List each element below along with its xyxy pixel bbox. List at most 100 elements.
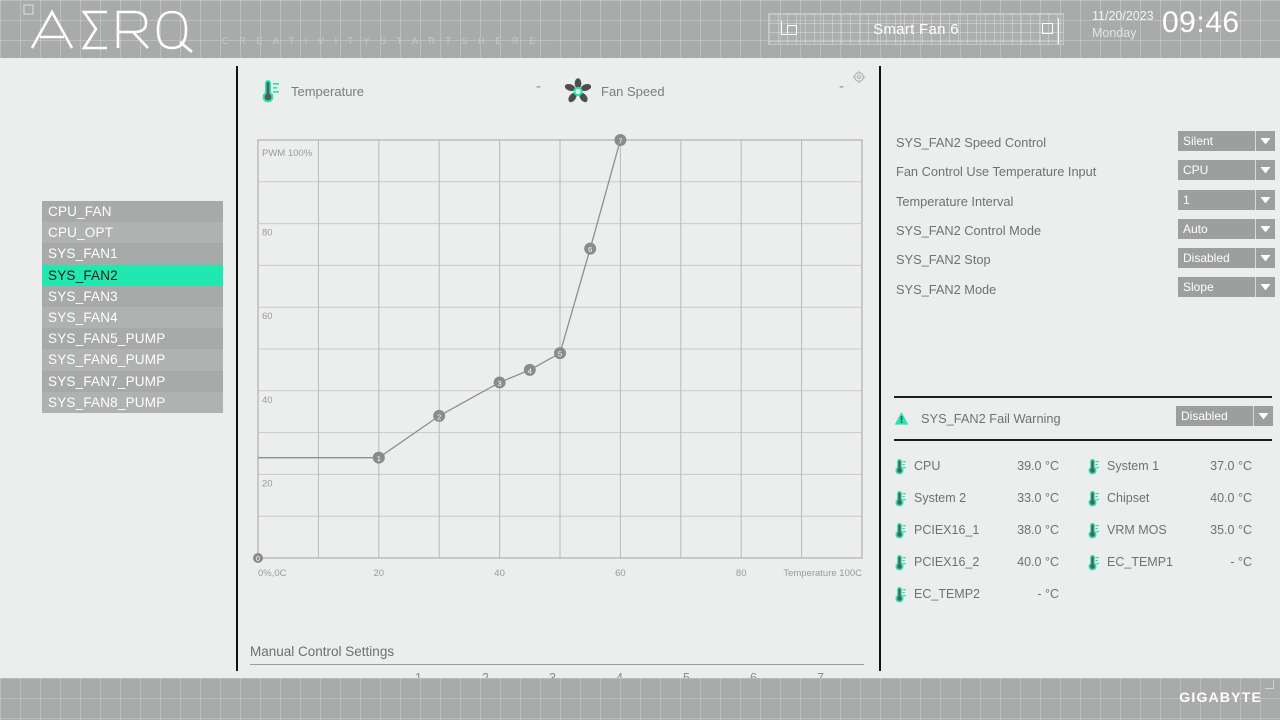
chart-xtick-label: 40 — [494, 568, 505, 579]
setting-label: SYS_FAN2 Speed Control — [896, 135, 1047, 151]
temperature-row: EC_TEMP2 - °C — [894, 578, 1280, 610]
fan-list-item[interactable]: SYS_FAN8_PUMP — [42, 391, 223, 413]
setting-row: Temperature Interval 1 — [880, 187, 1280, 216]
temperature-name: Chipset — [1107, 491, 1150, 505]
chart-xtick-label: 60 — [615, 568, 626, 579]
temperature-value: 39.0 °C — [1017, 459, 1059, 473]
settings-divider-bottom — [894, 439, 1272, 441]
fan-speed-status-value: - — [839, 78, 844, 95]
manual-control-title: Manual Control Settings — [250, 644, 395, 659]
temperature-value: 37.0 °C — [1210, 459, 1252, 473]
chevron-down-icon[interactable] — [1256, 248, 1275, 269]
temperature-item: CPU 39.0 °C — [894, 458, 1087, 475]
aero-tagline: C R E A T I V I T Y S T A R T S H E R E … — [222, 36, 553, 46]
chevron-down-icon[interactable] — [1256, 277, 1275, 298]
clock-date-block: 11/20/2023 Monday — [1092, 8, 1154, 42]
temperature-item: System 2 33.0 °C — [894, 490, 1087, 507]
chevron-down-icon[interactable] — [1254, 406, 1273, 426]
setting-value: Disabled — [1183, 251, 1230, 266]
temperature-name: EC_TEMP1 — [1107, 555, 1173, 569]
fan-list-item-label: SYS_FAN1 — [48, 246, 118, 262]
temperature-value: 35.0 °C — [1210, 523, 1252, 537]
setting-dropdown[interactable]: Silent — [1178, 131, 1275, 151]
thermometer-icon — [895, 458, 906, 474]
chart-origin-point-label: 0 — [256, 556, 260, 563]
fail-warning-label: SYS_FAN2 Fail Warning — [921, 410, 1061, 426]
setting-label: Temperature Interval — [896, 193, 1014, 209]
setting-dropdown[interactable]: Slope — [1178, 277, 1275, 298]
fan-list-item[interactable]: SYS_FAN7_PUMP — [42, 370, 223, 392]
fan-list-item-label: CPU_OPT — [48, 225, 114, 241]
chart-xlabel: Temperature 100C — [783, 568, 862, 579]
temperature-item: EC_TEMP1 - °C — [1087, 554, 1280, 571]
thermometer-icon — [895, 554, 906, 570]
fan-list-item[interactable]: SYS_FAN3 — [42, 285, 223, 307]
chevron-down-icon[interactable] — [1256, 160, 1275, 181]
fan-list-item-label: SYS_FAN7_PUMP — [48, 373, 166, 389]
temperature-row: PCIEX16_1 38.0 °C VRM MOS 35.0 °C — [894, 514, 1280, 546]
warning-triangle-icon — [894, 411, 909, 425]
temperature-row: System 2 33.0 °C Chipset 40.0 °C — [894, 482, 1280, 514]
chart-data-point-label: 1 — [377, 454, 381, 463]
temperature-status: Temperature — [260, 78, 364, 104]
thermometer-icon — [1088, 522, 1099, 538]
setting-row: SYS_FAN2 Stop Disabled — [880, 245, 1280, 274]
setting-value: 1 — [1183, 192, 1190, 207]
setting-value: Auto — [1183, 221, 1208, 236]
chart-ytick-label: 20 — [262, 478, 273, 489]
aero-logo — [23, 4, 193, 53]
setting-dropdown[interactable]: Auto — [1178, 218, 1275, 239]
temperature-value: 40.0 °C — [1210, 491, 1252, 505]
fan-list-item[interactable]: SYS_FAN4 — [42, 306, 223, 329]
smart-fan-app: C R E A T I V I T Y S T A R T S H E R E … — [0, 0, 1280, 720]
temperature-name: PCIEX16_2 — [914, 555, 980, 569]
setting-label: SYS_FAN2 Stop — [896, 252, 991, 268]
fail-warning-dropdown[interactable]: Disabled — [1176, 406, 1273, 426]
fan-selector-list: CPU_FAN CPU_OPT SYS_FAN1 SYS_FAN2 SYS_FAN3 SY… — [42, 201, 223, 413]
setting-value: Slope — [1183, 280, 1214, 295]
setting-dropdown[interactable]: CPU — [1178, 160, 1275, 181]
fan-list-item[interactable]: SYS_FAN6_PUMP — [42, 349, 223, 371]
fan-speed-status-label: Fan Speed — [601, 84, 665, 99]
chart-data-point-label: 2 — [437, 412, 441, 421]
chevron-down-icon[interactable] — [1256, 131, 1275, 151]
setting-dropdown[interactable]: 1 — [1178, 189, 1275, 210]
date-text: 11/20/2023 — [1092, 9, 1154, 23]
thermometer-icon — [1088, 458, 1099, 474]
fan-list-item-label: CPU_FAN — [48, 204, 112, 219]
thermometer-icon — [895, 522, 906, 538]
gear-icon[interactable] — [852, 70, 866, 84]
chevron-down-icon[interactable] — [1256, 189, 1275, 210]
setting-row: SYS_FAN2 Control Mode Auto — [880, 216, 1280, 245]
temperature-item: Chipset 40.0 °C — [1087, 490, 1280, 507]
chevron-down-icon[interactable] — [1256, 218, 1275, 239]
footer-grid-pattern — [0, 678, 1280, 720]
thermometer-icon — [1088, 554, 1099, 570]
fan-list-item[interactable]: SYS_FAN5_PUMP — [42, 328, 223, 350]
temperature-value: 38.0 °C — [1017, 523, 1059, 537]
temperature-name: PCIEX16_1 — [914, 523, 980, 537]
chart-ylabel: PWM 100% — [262, 148, 313, 159]
fan-list-item[interactable]: CPU_FAN — [42, 201, 223, 223]
fan-list-item[interactable]: SYS_FAN1 — [42, 243, 223, 265]
fan-list-item[interactable]: CPU_OPT — [42, 222, 223, 244]
settings-divider-top — [894, 396, 1272, 398]
setting-dropdown[interactable]: Disabled — [1178, 248, 1275, 269]
fan-curve-chart[interactable]: 20 40 60 80 PWM 100% 20 40 60 80 0%,0C Temperature… — [250, 128, 870, 638]
temperature-row: CPU 39.0 °C System 1 37.0 °C — [894, 450, 1280, 482]
chart-xtick-label: 20 — [374, 568, 385, 579]
clock-time: 09:46 — [1162, 6, 1240, 39]
fan-list-item[interactable]: SYS_FAN2 — [42, 264, 223, 286]
chart-data-point-label: 7 — [618, 136, 622, 145]
temperature-item: PCIEX16_2 40.0 °C — [894, 554, 1087, 571]
chart-data-point-label: 6 — [588, 245, 592, 254]
fan-icon — [564, 78, 592, 103]
chart-data-point-label: 3 — [498, 379, 502, 388]
temperature-item: VRM MOS 35.0 °C — [1087, 522, 1280, 539]
temperature-value: - °C — [1230, 555, 1252, 569]
chart-ytick-label: 80 — [262, 228, 273, 239]
temperature-name: CPU — [914, 459, 941, 473]
temperature-status-label: Temperature — [291, 83, 364, 99]
temperature-item: PCIEX16_1 38.0 °C — [894, 522, 1087, 539]
setting-label: Fan Control Use Temperature Input — [896, 164, 1097, 180]
